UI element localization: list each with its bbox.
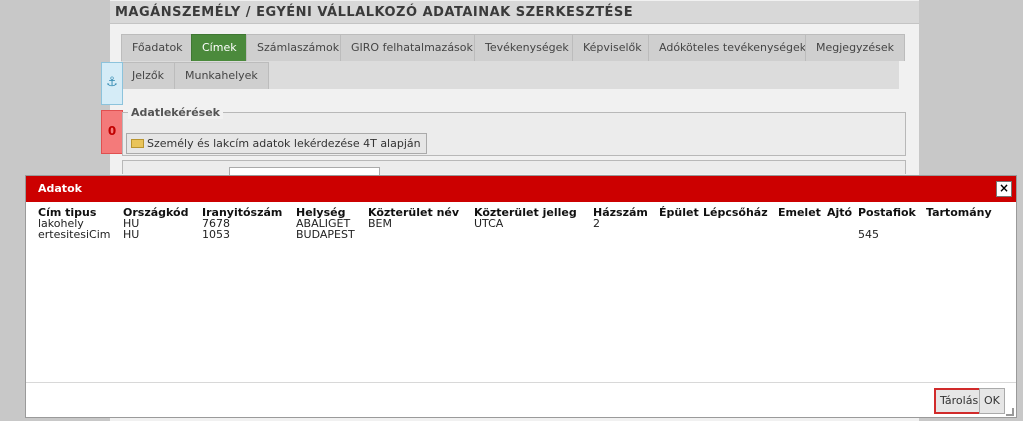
table-cell bbox=[703, 218, 768, 229]
col-emelet: Emelet bbox=[778, 207, 821, 240]
table-cell: 545 bbox=[858, 228, 879, 241]
table-cell bbox=[778, 218, 821, 229]
column-header: Épület bbox=[659, 206, 699, 219]
column-header: Ajtó bbox=[827, 206, 853, 219]
tab-tevekenysegek[interactable]: Tevékenységek bbox=[474, 34, 580, 61]
tab-giro[interactable]: GIRO felhatalmazások bbox=[340, 34, 484, 61]
column-header: Házszám bbox=[593, 206, 648, 219]
close-icon[interactable]: × bbox=[996, 181, 1012, 197]
tab-cimek[interactable]: Címek bbox=[191, 34, 248, 61]
col-epulet: Épület bbox=[659, 207, 699, 240]
table-cell bbox=[659, 229, 699, 240]
tab-bar: Főadatok Címek Számlaszámok GIRO felhata… bbox=[121, 34, 905, 89]
table-cell bbox=[778, 229, 821, 240]
table-cell: ertesitesiCim bbox=[38, 228, 111, 241]
error-count-badge[interactable]: 0 bbox=[101, 110, 123, 154]
table-cell bbox=[926, 229, 992, 240]
column-header: Emelet bbox=[778, 206, 821, 219]
table-cell: BEM bbox=[368, 217, 392, 230]
table-cell: BUDAPEST bbox=[296, 228, 355, 241]
col-lepcsohaz: Lépcsőház bbox=[703, 207, 768, 240]
address-input[interactable] bbox=[229, 167, 380, 175]
save-button[interactable]: Tárolás bbox=[934, 388, 985, 414]
column-header: Lépcsőház bbox=[703, 206, 768, 219]
col-kozterulet-nev: Közterület név BEM bbox=[368, 207, 459, 240]
table-cell bbox=[827, 218, 852, 229]
lookup-button-label: Személy és lakcím adatok lekérdezése 4T … bbox=[147, 137, 421, 150]
lookup-legend: Adatlekérések bbox=[128, 106, 223, 119]
tab-kepviselok[interactable]: Képviselők bbox=[572, 34, 653, 61]
col-kozterulet-jelleg: Közterület jelleg UTCA bbox=[474, 207, 577, 240]
column-header: Postafiok bbox=[858, 206, 916, 219]
col-hazszam: Házszám 2 bbox=[593, 207, 648, 240]
tab-jelzok[interactable]: Jelzők bbox=[121, 62, 175, 89]
col-iranyitoszam: Iranyitószám 7678 1053 bbox=[202, 207, 282, 240]
tab-foadatok[interactable]: Főadatok bbox=[121, 34, 194, 61]
table-cell: 2 bbox=[593, 217, 600, 230]
table-cell bbox=[703, 229, 768, 240]
col-orszagkod: Országkód HU HU bbox=[123, 207, 188, 240]
col-tartomany: Tartomány bbox=[926, 207, 992, 240]
folder-icon bbox=[131, 139, 144, 148]
col-postafiok: Postafiok 545 bbox=[858, 207, 916, 240]
dialog-title: Adatok bbox=[26, 176, 1016, 202]
tab-adokoteles[interactable]: Adóköteles tevékenységek bbox=[648, 34, 818, 61]
data-dialog: Adatok × Cím tipus lakohely ertesitesiCi… bbox=[25, 175, 1017, 418]
dialog-footer: Tárolás OK bbox=[26, 382, 1016, 417]
anchor-icon[interactable]: ⚓ bbox=[101, 62, 123, 105]
tab-szamlaszamok[interactable]: Számlaszámok bbox=[246, 34, 351, 61]
table-cell bbox=[593, 229, 648, 240]
col-helyseg: Helység ABALIGET BUDAPEST bbox=[296, 207, 355, 240]
table-cell bbox=[926, 218, 992, 229]
table-cell bbox=[368, 229, 459, 240]
column-header: Tartomány bbox=[926, 206, 992, 219]
table-cell bbox=[474, 229, 577, 240]
page-title: MAGÁNSZEMÉLY / EGYÉNI VÁLLALKOZÓ ADATAIN… bbox=[110, 1, 919, 24]
col-cim-tipus: Cím tipus lakohely ertesitesiCim bbox=[38, 207, 110, 240]
table-cell: HU bbox=[123, 228, 140, 241]
col-ajto: Ajtó bbox=[827, 207, 852, 240]
ok-button[interactable]: OK bbox=[979, 388, 1005, 414]
tab-munkahelyek[interactable]: Munkahelyek bbox=[174, 62, 269, 89]
person-address-lookup-button[interactable]: Személy és lakcím adatok lekérdezése 4T … bbox=[126, 133, 427, 154]
tab-megjegyzesek[interactable]: Megjegyzések bbox=[805, 34, 905, 61]
resize-grip-icon[interactable] bbox=[1006, 408, 1014, 416]
table-cell: UTCA bbox=[474, 217, 504, 230]
table-cell bbox=[659, 218, 699, 229]
table-cell bbox=[827, 229, 852, 240]
table-cell: 1053 bbox=[202, 228, 230, 241]
